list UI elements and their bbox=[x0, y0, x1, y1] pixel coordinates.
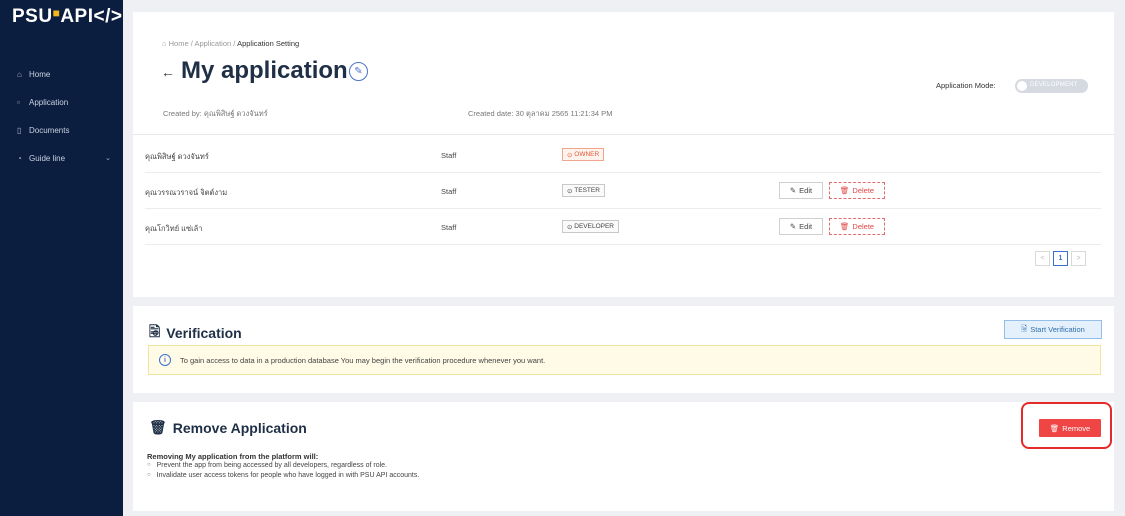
page-title: My application bbox=[181, 57, 348, 84]
breadcrumb-home[interactable]: Home bbox=[169, 39, 189, 48]
role-tag: ⊙ TESTER bbox=[562, 184, 605, 197]
created-date: Created date: 30 ตุลาคม 2565 11:21:34 PM bbox=[468, 109, 613, 118]
application-mode-toggle[interactable]: DEVELOPMENT bbox=[1015, 79, 1088, 93]
pagination-next[interactable]: > bbox=[1071, 251, 1086, 266]
sidebar-item-guide-line[interactable]: ◔ Guide line ⌄ bbox=[0, 144, 123, 172]
info-icon: i bbox=[159, 354, 171, 366]
delete-button[interactable]: 🗑 Delete bbox=[829, 218, 885, 235]
trash-icon: 🗑 bbox=[839, 222, 850, 231]
member-name: คุณวรรณวราจน์ จิตต์งาม bbox=[145, 188, 228, 197]
breadcrumb-current: Application Setting bbox=[237, 39, 300, 48]
certificate-icon: 🗟 bbox=[1021, 324, 1028, 333]
verification-section: 🗟 Verification 🗟 Start Verification i To g… bbox=[133, 306, 1114, 393]
table-row: คุณวรรณวราจน์ จิตต์งาม Staff ⊙ TESTER ✎ E… bbox=[145, 173, 1101, 209]
sidebar-item-label: Application bbox=[29, 97, 69, 107]
sidebar-item-label: Home bbox=[29, 69, 51, 79]
pencil-icon: ✎ bbox=[789, 222, 797, 231]
sidebar-item-label: Guide line bbox=[29, 153, 66, 163]
pagination-prev[interactable]: < bbox=[1035, 251, 1050, 266]
member-name: คุณพิสิษฐ์ ดวงจันทร์ bbox=[145, 152, 209, 161]
home-icon: ⌂ bbox=[17, 69, 22, 79]
clock-icon: ◔ bbox=[17, 153, 22, 163]
breadcrumb: ⌂ Home / Application / Application Setti… bbox=[162, 39, 300, 48]
pencil-icon: ✎ bbox=[789, 186, 797, 195]
remove-title: 🗑 Remove Application bbox=[149, 419, 307, 436]
delete-button[interactable]: 🗑 Delete bbox=[829, 182, 885, 199]
verification-alert: i To gain access to data in a production… bbox=[148, 345, 1101, 375]
trash-icon: 🗑 bbox=[839, 186, 850, 195]
sidebar: PSU■API</> ⌂ Home ▫ Application ▯ Documents… bbox=[0, 0, 123, 516]
pagination-page-1[interactable]: 1 bbox=[1053, 251, 1068, 266]
role-tag: ⊙ DEVELOPER bbox=[562, 220, 620, 233]
table-row: คุณพิสิษฐ์ ดวงจันทร์ Staff ⊙ OWNER bbox=[145, 137, 1101, 173]
trash-icon: 🗑 bbox=[149, 419, 167, 435]
edit-title-button[interactable]: ✎ bbox=[349, 62, 368, 81]
app-icon: ▫ bbox=[17, 97, 20, 107]
list-item: ○ Invalidate user access tokens for peopl… bbox=[147, 472, 420, 479]
check-circle-icon: ⊙ bbox=[567, 151, 575, 159]
created-by: Created by: คุณพิสิษฐ์ ดวงจันทร์ bbox=[163, 109, 268, 118]
verification-title: 🗟 Verification bbox=[149, 321, 242, 345]
home-icon: ⌂ bbox=[162, 39, 167, 48]
application-header: ⌂ Home / Application / Application Setti… bbox=[133, 12, 1114, 134]
sidebar-item-documents[interactable]: ▯ Documents bbox=[0, 116, 123, 144]
member-role: Staff bbox=[441, 187, 457, 196]
table-row: คุณโกวิทย์ แซ่เล้า Staff ⊙ DEVELOPER ✎ Ed… bbox=[145, 209, 1101, 245]
start-verification-button[interactable]: 🗟 Start Verification bbox=[1004, 320, 1102, 339]
member-role: Staff bbox=[441, 223, 457, 232]
chevron-down-icon: ⌄ bbox=[105, 155, 111, 162]
edit-button[interactable]: ✎ Edit bbox=[779, 182, 823, 199]
role-tag: ⊙ OWNER bbox=[562, 148, 605, 161]
sidebar-item-home[interactable]: ⌂ Home bbox=[0, 60, 123, 88]
document-icon: ▯ bbox=[17, 125, 22, 135]
remove-button[interactable]: 🗑 Remove bbox=[1039, 419, 1101, 437]
member-name: คุณโกวิทย์ แซ่เล้า bbox=[145, 224, 203, 233]
check-circle-icon: ⊙ bbox=[567, 187, 575, 195]
sidebar-nav: ⌂ Home ▫ Application ▯ Documents ◔ Guide lin… bbox=[0, 60, 123, 172]
sidebar-item-application[interactable]: ▫ Application bbox=[0, 88, 123, 116]
psu-api-logo[interactable]: PSU■API</> bbox=[12, 6, 122, 28]
members-table: คุณพิสิษฐ์ ดวงจันทร์ Staff ⊙ OWNER คุณวร… bbox=[133, 134, 1114, 297]
trash-icon: 🗑 bbox=[1049, 423, 1060, 433]
certificate-icon: 🗟 bbox=[149, 323, 161, 339]
check-circle-icon: ⊙ bbox=[567, 223, 575, 231]
application-mode-label: Application Mode: bbox=[936, 81, 996, 90]
member-role: Staff bbox=[441, 151, 457, 160]
mode-value: DEVELOPMENT bbox=[1030, 82, 1078, 88]
toggle-knob bbox=[1017, 81, 1027, 91]
breadcrumb-application[interactable]: Application bbox=[195, 39, 232, 48]
remove-consequences: ○ Prevent the app from being accessed by … bbox=[147, 462, 419, 482]
edit-button[interactable]: ✎ Edit bbox=[779, 218, 823, 235]
alert-text: To gain access to data in a production d… bbox=[180, 355, 546, 365]
remove-heading: Removing My application from the platfor… bbox=[147, 452, 319, 461]
remove-application-section: 🗑 Remove Application 🗑 Remove Removing My … bbox=[133, 402, 1114, 511]
pencil-icon: ✎ bbox=[354, 66, 363, 77]
sidebar-item-label: Documents bbox=[29, 125, 70, 135]
list-item: ○ Prevent the app from being accessed by … bbox=[147, 462, 387, 469]
back-arrow-icon[interactable]: ← bbox=[161, 64, 175, 80]
